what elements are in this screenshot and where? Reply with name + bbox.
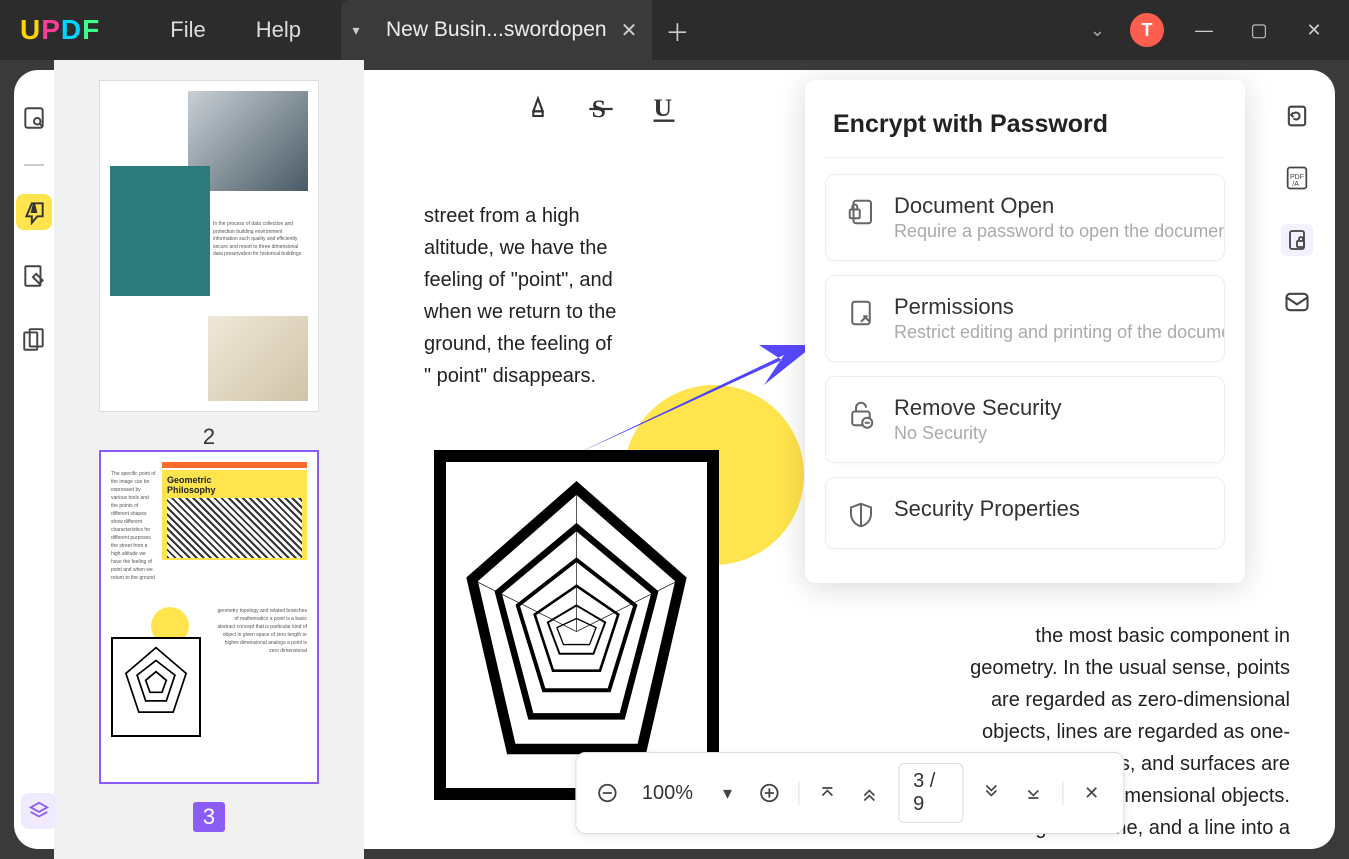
share-tool[interactable]	[1281, 286, 1313, 318]
pages-tool[interactable]	[16, 322, 52, 358]
app-logo: UPDF	[20, 14, 100, 46]
underline-icon[interactable]: U	[650, 95, 678, 128]
geometric-image	[434, 450, 719, 800]
next-page-button[interactable]	[978, 778, 1005, 808]
encrypt-item-title: Remove Security	[894, 395, 1062, 421]
zoom-in-button[interactable]	[756, 778, 783, 808]
titlebar: UPDF File Help ▾ New Busin...swordopen ✕…	[0, 0, 1349, 60]
minimize-button[interactable]: —	[1189, 20, 1219, 41]
edit-tool[interactable]	[16, 258, 52, 294]
document-tab[interactable]: New Busin...swordopen ✕	[371, 0, 652, 60]
reader-tool[interactable]	[16, 100, 52, 136]
tab-title: New Busin...swordopen	[386, 18, 607, 42]
svg-text:PDF: PDF	[1290, 174, 1304, 181]
zoom-level: 100%	[636, 782, 699, 805]
close-controls-button[interactable]: ✕	[1078, 778, 1105, 808]
shield-icon	[846, 500, 876, 530]
permissions-icon	[846, 298, 876, 328]
thumbnail-label-3: 3	[193, 802, 225, 832]
document-viewer[interactable]: S U street from a high altitude, we have…	[364, 70, 1335, 849]
chevron-down-icon[interactable]: ⌄	[1090, 20, 1105, 41]
lock-document-icon	[846, 197, 876, 227]
maximize-button[interactable]: ▢	[1244, 20, 1274, 41]
right-toolbar: PDF/A	[1281, 100, 1313, 318]
encrypt-item-desc: Require a password to open the document	[894, 221, 1225, 242]
encrypt-remove-security[interactable]: Remove Security No Security	[825, 376, 1225, 463]
content-area: In the process of data collection and pr…	[0, 60, 1349, 859]
titlebar-right: ⌄ T — ▢ ✕	[1090, 13, 1349, 47]
thumbnail-page-3[interactable]: Geometric Philosophy The specific point …	[99, 450, 319, 784]
zoom-out-button[interactable]	[594, 778, 621, 808]
left-toolbar	[14, 70, 54, 849]
highlighter-icon[interactable]	[524, 95, 552, 128]
svg-text:U: U	[654, 95, 673, 122]
layers-button[interactable]	[21, 793, 57, 829]
encrypt-item-desc: Restrict editing and printing of the doc…	[894, 322, 1225, 343]
tab-area: ▾ New Busin...swordopen ✕ ＋	[341, 0, 702, 60]
annotation-arrow-icon	[564, 340, 814, 460]
unlock-icon	[846, 399, 876, 429]
prev-page-button[interactable]	[856, 778, 883, 808]
last-page-button[interactable]	[1020, 778, 1047, 808]
comment-tool[interactable]	[16, 194, 52, 230]
format-toolbar: S U	[524, 95, 678, 128]
encrypt-document-open[interactable]: Document Open Require a password to open…	[825, 174, 1225, 261]
tab-close-icon[interactable]: ✕	[621, 18, 638, 43]
protect-tool[interactable]	[1281, 224, 1313, 256]
strikethrough-icon[interactable]: S	[587, 95, 615, 128]
user-avatar[interactable]: T	[1130, 13, 1164, 47]
tab-add-button[interactable]: ＋	[652, 0, 702, 60]
encrypt-panel-title: Encrypt with Password	[825, 110, 1225, 139]
menu-help[interactable]: Help	[256, 17, 301, 43]
rotate-tool[interactable]	[1281, 100, 1313, 132]
encrypt-permissions[interactable]: Permissions Restrict editing and printin…	[825, 275, 1225, 362]
zoom-dropdown[interactable]: ▾	[714, 778, 741, 808]
menu-file[interactable]: File	[170, 17, 205, 43]
encrypt-item-title: Security Properties	[894, 496, 1080, 522]
encrypt-panel: Encrypt with Password Document Open Requ…	[805, 80, 1245, 583]
first-page-button[interactable]	[814, 778, 841, 808]
thumbnail-panel[interactable]: In the process of data collection and pr…	[54, 60, 364, 859]
encrypt-item-title: Permissions	[894, 294, 1225, 320]
svg-text:/A: /A	[1292, 181, 1299, 188]
main-menu: File Help	[170, 17, 301, 43]
encrypt-item-desc: No Security	[894, 423, 1062, 444]
thumbnail-label-2: 2	[203, 424, 215, 449]
pdfa-tool[interactable]: PDF/A	[1281, 162, 1313, 194]
tab-dropdown[interactable]: ▾	[341, 0, 371, 60]
page-controls: 100% ▾ 3 / 9 ✕	[575, 752, 1124, 834]
thumbnail-page-2[interactable]: In the process of data collection and pr…	[99, 80, 319, 412]
close-button[interactable]: ✕	[1299, 20, 1329, 41]
encrypt-item-title: Document Open	[894, 193, 1225, 219]
page-number-input[interactable]: 3 / 9	[898, 763, 963, 823]
encrypt-security-properties[interactable]: Security Properties	[825, 477, 1225, 549]
